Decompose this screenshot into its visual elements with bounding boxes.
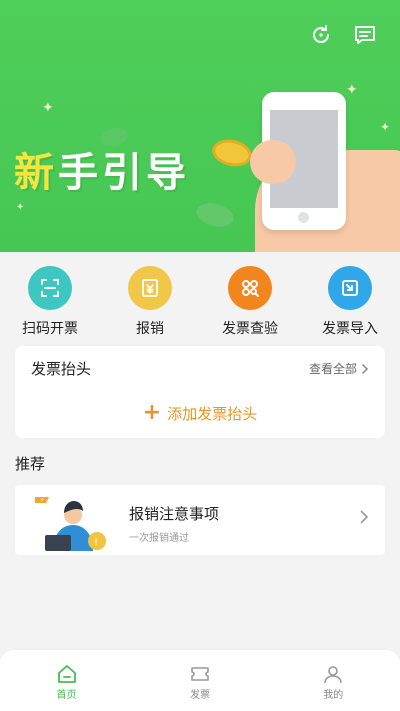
tab-invoice[interactable]: 发票 <box>133 650 266 711</box>
action-label: 扫码开票 <box>22 321 78 337</box>
phone-home-button <box>298 212 309 223</box>
recommend-section-title: 推荐 <box>15 455 46 473</box>
recommend-item-title: 报销注意事项 <box>129 505 220 523</box>
reimburse-tips-illustration: ⚡ ! <box>35 497 106 551</box>
banner-title-first: 新 <box>14 150 58 196</box>
invoice-header-title: 发票抬头 <box>31 360 92 378</box>
bottom-tab-bar: 首页 发票 我的 <box>0 650 400 711</box>
action-import-invoice[interactable]: 发票导入 <box>300 258 400 338</box>
message-icon[interactable] <box>352 22 378 48</box>
scan-icon <box>28 266 72 310</box>
coin-icon <box>193 199 237 231</box>
svg-text:!: ! <box>94 537 98 548</box>
hand-thumb <box>250 140 296 184</box>
sparkle-icon: ✦ <box>42 100 54 116</box>
action-verify-invoice[interactable]: 发票查验 <box>200 258 300 338</box>
recommend-item-subtitle: 一次报销通过 <box>129 533 189 544</box>
invoice-header-card: 发票抬头 查看全部 + 添加发票抬头 <box>15 346 385 438</box>
refresh-icon[interactable] <box>308 22 334 48</box>
sparkle-icon: ✦ <box>346 82 358 98</box>
tab-label: 发票 <box>189 690 210 701</box>
tab-label: 首页 <box>56 690 77 701</box>
quick-actions: 扫码开票 报销 发票查验 发票导入 <box>0 258 400 338</box>
user-icon <box>324 666 343 684</box>
guide-banner[interactable]: ✦ ✦ ✦ ✦ ✦ 新手引导 <box>0 0 400 252</box>
add-invoice-header-button[interactable]: + 添加发票抬头 <box>15 402 385 424</box>
view-all-link[interactable]: 查看全部 <box>309 360 369 377</box>
home-icon <box>57 665 76 683</box>
plus-icon: + <box>142 400 162 425</box>
tab-label: 我的 <box>323 690 344 701</box>
action-label: 报销 <box>136 321 164 337</box>
add-invoice-header-label: 添加发票抬头 <box>167 404 258 423</box>
action-label: 发票查验 <box>222 321 278 337</box>
reimburse-icon <box>128 266 172 310</box>
verify-icon <box>228 266 272 310</box>
chevron-right-icon <box>360 510 369 524</box>
tab-home[interactable]: 首页 <box>0 650 133 711</box>
ticket-icon <box>191 667 209 681</box>
tab-me[interactable]: 我的 <box>267 650 400 711</box>
import-icon <box>328 266 372 310</box>
recommend-item[interactable]: ⚡ ! 报销注意事项 一次报销通过 <box>15 485 385 555</box>
svg-text:⚡: ⚡ <box>40 497 44 504</box>
top-actions <box>308 22 378 48</box>
banner-title-rest: 手引导 <box>58 150 190 196</box>
sparkle-icon: ✦ <box>380 120 391 134</box>
banner-title: 新手引导 <box>14 140 190 198</box>
action-scan-invoice[interactable]: 扫码开票 <box>0 258 100 338</box>
chevron-right-icon <box>361 363 369 374</box>
action-label: 发票导入 <box>322 321 378 337</box>
view-all-label: 查看全部 <box>308 362 357 376</box>
action-reimburse[interactable]: 报销 <box>100 258 200 338</box>
coin-icon <box>209 136 255 170</box>
sparkle-icon: ✦ <box>16 202 25 213</box>
